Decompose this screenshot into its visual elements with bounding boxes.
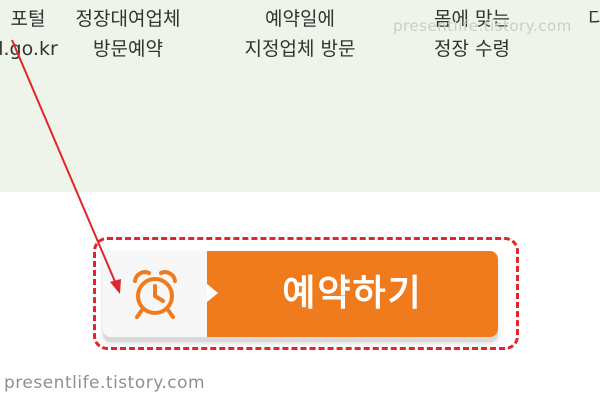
arrow-icon bbox=[11, 39, 121, 294]
watermark-bottom: presentlife.tistory.com bbox=[4, 373, 206, 393]
